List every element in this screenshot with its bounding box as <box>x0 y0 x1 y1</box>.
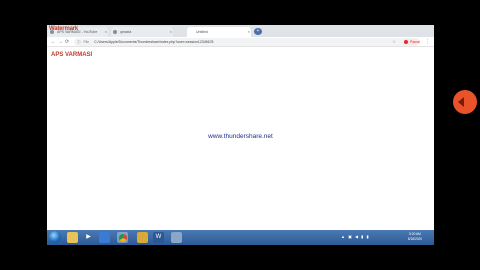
globe-icon <box>113 30 117 34</box>
address-bar[interactable]: ⓘ File C:/Users/Apple/Documents/Thunders… <box>74 38 419 46</box>
system-tray[interactable]: ▲ ▣ ◀ ▮ ▮ <box>341 234 370 239</box>
paint-icon[interactable] <box>171 232 182 243</box>
clock-date: 8/18/2020 <box>407 237 423 241</box>
tab-qmaxia[interactable]: qmaxia × <box>111 27 173 37</box>
profile-button[interactable]: Pause <box>403 39 420 45</box>
page-title: APS VARMASI <box>51 52 93 58</box>
watermark-logo: Watermark <box>49 26 78 32</box>
chrome-icon[interactable] <box>117 232 128 243</box>
profile-label: Pause <box>410 40 420 44</box>
media-icon[interactable]: ▶ <box>83 232 94 243</box>
browser-toolbar: ← → ⟳ ⓘ File C:/Users/Apple/Documents/Th… <box>47 37 434 47</box>
browser-window: APS VARMASI - YouTube × qmaxia × Untitle… <box>47 25 434 245</box>
taskbar: ▶ W ▲ ▣ ◀ ▮ ▮ 5:20 AM 8/18/2020 <box>47 230 434 245</box>
info-icon[interactable]: ⓘ <box>77 40 81 44</box>
close-icon[interactable]: × <box>170 27 172 37</box>
arrow-left-icon <box>458 97 464 107</box>
back-arrow-icon[interactable]: ← <box>51 38 56 46</box>
reload-icon[interactable]: ⟳ <box>65 38 69 46</box>
tab-untitled[interactable]: Untitled × <box>187 27 251 37</box>
forward-arrow-icon[interactable]: → <box>58 38 63 46</box>
new-tab-button[interactable]: + <box>254 28 262 35</box>
url-scheme: File <box>83 40 90 44</box>
star-icon[interactable]: ☆ <box>391 39 397 45</box>
site-link[interactable]: www.thundershare.net <box>47 133 434 140</box>
close-icon[interactable]: × <box>248 27 250 37</box>
url-text: C:/Users/Apple/Documents/Thundershare/in… <box>94 40 214 44</box>
menu-icon[interactable]: ⋮ <box>425 38 430 46</box>
tab-label: Untitled <box>196 30 208 34</box>
tab-label: qmaxia <box>120 30 132 34</box>
app-icon[interactable] <box>137 232 148 243</box>
word-icon[interactable]: W <box>153 232 164 243</box>
tab-strip: APS VARMASI - YouTube × qmaxia × Untitle… <box>47 25 434 37</box>
ie-icon[interactable] <box>99 232 110 243</box>
side-overlay-button[interactable] <box>453 90 477 114</box>
clock[interactable]: 5:20 AM 8/18/2020 <box>403 232 427 242</box>
avatar <box>404 40 408 44</box>
close-icon[interactable]: × <box>105 27 107 37</box>
explorer-icon[interactable] <box>67 232 78 243</box>
start-button[interactable] <box>49 231 61 243</box>
